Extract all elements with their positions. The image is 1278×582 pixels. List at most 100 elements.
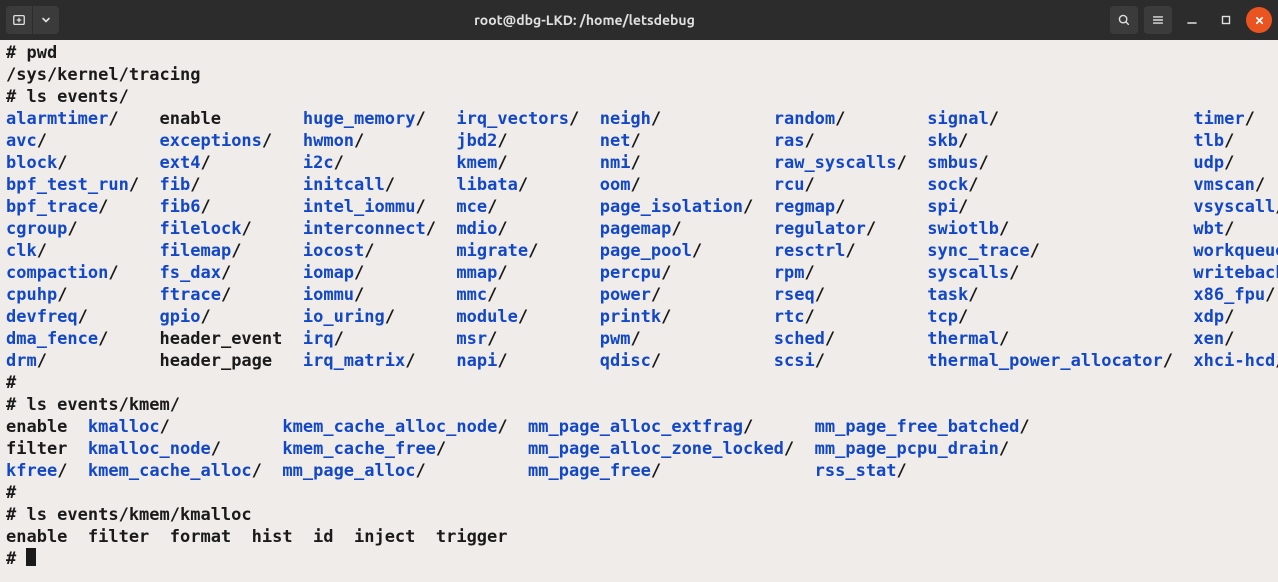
dir-entry: mm_page_free <box>528 461 651 481</box>
dir-entry: sync_trace <box>927 241 1029 261</box>
dir-entry: xhci-hcd <box>1193 351 1275 371</box>
dir-entry: power <box>600 285 651 305</box>
dir-entry: filelock <box>160 219 242 239</box>
dir-entry: sched <box>774 329 825 349</box>
dir-entry: smbus <box>927 153 978 173</box>
close-button[interactable] <box>1246 7 1272 33</box>
dir-entry: mm_page_alloc_extfrag <box>528 417 743 437</box>
dir-entry: avc <box>6 131 37 151</box>
dir-entry: signal <box>927 109 988 129</box>
dir-entry: i2c <box>303 153 334 173</box>
dir-entry: pagemap <box>600 219 672 239</box>
dir-entry: mm_page_pcpu_drain <box>815 439 999 459</box>
dir-entry: sock <box>927 175 968 195</box>
dir-entry: mdio <box>456 219 497 239</box>
dir-entry: msr <box>456 329 487 349</box>
dir-entry: migrate <box>456 241 528 261</box>
dir-entry: neigh <box>600 109 651 129</box>
dir-entry: xdp <box>1193 307 1224 327</box>
dir-entry: mmap <box>456 263 497 283</box>
dir-entry: module <box>456 307 517 327</box>
dir-entry: irq <box>303 329 334 349</box>
dir-entry: cpuhp <box>6 285 57 305</box>
dir-entry: nmi <box>600 153 631 173</box>
dir-entry: io_uring <box>303 307 385 327</box>
dir-entry: vsyscall <box>1193 197 1275 217</box>
search-button[interactable] <box>1110 6 1138 34</box>
dir-entry: kfree <box>6 461 57 481</box>
cursor <box>26 548 36 566</box>
maximize-button[interactable] <box>1212 6 1240 34</box>
dir-entry: irq_vectors <box>456 109 569 129</box>
dir-entry: iomap <box>303 263 354 283</box>
dir-entry: percpu <box>600 263 661 283</box>
minimize-icon <box>1186 14 1198 26</box>
dir-entry: resctrl <box>774 241 846 261</box>
window-title: root@dbg-LKD: /home/letsdebug <box>65 9 1104 31</box>
dir-entry: interconnect <box>303 219 426 239</box>
file-entry: enable <box>6 417 67 437</box>
dir-entry: scsi <box>774 351 815 371</box>
dir-entry: cgroup <box>6 219 67 239</box>
dir-entry: dma_fence <box>6 329 98 349</box>
dir-entry: mmc <box>456 285 487 305</box>
dir-entry: rseq <box>774 285 815 305</box>
maximize-icon <box>1220 14 1232 26</box>
dir-entry: xen <box>1193 329 1224 349</box>
minimize-button[interactable] <box>1178 6 1206 34</box>
menu-button[interactable] <box>1144 6 1172 34</box>
dir-entry: compaction <box>6 263 108 283</box>
chevron-down-icon <box>32 6 59 34</box>
dir-entry: tlb <box>1193 131 1224 151</box>
dir-entry: workqueue <box>1193 241 1278 261</box>
file-entry: enable <box>160 109 221 129</box>
dir-entry: mm_page_alloc_zone_locked <box>528 439 784 459</box>
dir-entry: kmalloc <box>88 417 160 437</box>
dir-entry: iommu <box>303 285 354 305</box>
dir-entry: mm_page_alloc <box>282 461 415 481</box>
dir-entry: kmem_cache_alloc <box>88 461 252 481</box>
dir-entry: wbt <box>1193 219 1224 239</box>
dir-entry: clk <box>6 241 37 261</box>
dir-entry: syscalls <box>927 263 1009 283</box>
dir-entry: intel_iommu <box>303 197 416 217</box>
dir-entry: writeback <box>1193 263 1278 283</box>
dir-entry: page_isolation <box>600 197 743 217</box>
file-entry: header_page <box>160 351 273 371</box>
dir-entry: net <box>600 131 631 151</box>
dir-entry: random <box>774 109 835 129</box>
dir-entry: tcp <box>927 307 958 327</box>
file-entry: filter <box>6 439 67 459</box>
search-icon <box>1117 13 1131 27</box>
dir-entry: initcall <box>303 175 385 195</box>
dir-entry: ext4 <box>160 153 201 173</box>
dir-entry: bpf_test_run <box>6 175 129 195</box>
new-tab-button[interactable] <box>6 6 59 34</box>
dir-entry: oom <box>600 175 631 195</box>
dir-entry: regmap <box>774 197 835 217</box>
dir-entry: thermal <box>927 329 999 349</box>
file-entry: header_event <box>160 329 283 349</box>
dir-entry: huge_memory <box>303 109 416 129</box>
dir-entry: napi <box>456 351 497 371</box>
dir-entry: ftrace <box>160 285 221 305</box>
dir-entry: devfreq <box>6 307 78 327</box>
dir-entry: gpio <box>160 307 201 327</box>
dir-entry: timer <box>1193 109 1244 129</box>
dir-entry: mce <box>456 197 487 217</box>
window-titlebar: root@dbg-LKD: /home/letsdebug <box>0 0 1278 40</box>
dir-entry: drm <box>6 351 37 371</box>
dir-entry: libata <box>456 175 517 195</box>
new-tab-icon <box>6 6 32 34</box>
dir-entry: rss_stat <box>815 461 897 481</box>
dir-entry: x86_fpu <box>1193 285 1265 305</box>
dir-entry: qdisc <box>600 351 651 371</box>
dir-entry: iocost <box>303 241 364 261</box>
dir-entry: kmem_cache_alloc_node <box>282 417 497 437</box>
dir-entry: kmem_cache_free <box>282 439 436 459</box>
dir-entry: thermal_power_allocator <box>927 351 1162 371</box>
dir-entry: regulator <box>774 219 866 239</box>
dir-entry: kmalloc_node <box>88 439 211 459</box>
terminal-output[interactable]: # pwd /sys/kernel/tracing # ls events/ a… <box>0 40 1278 570</box>
dir-entry: alarmtimer <box>6 109 108 129</box>
